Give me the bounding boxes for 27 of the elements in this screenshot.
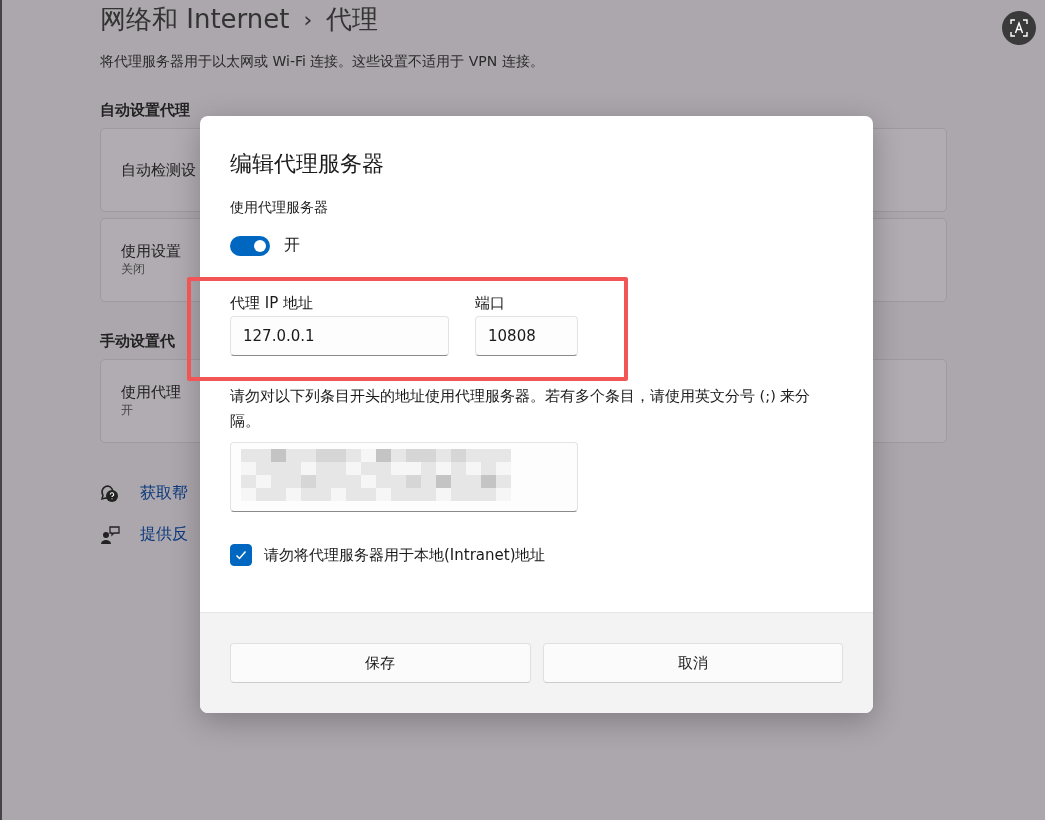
dialog-title: 编辑代理服务器 — [230, 150, 385, 178]
toggle-state-text: 开 — [284, 235, 300, 256]
field-label: 端口 — [475, 294, 506, 313]
toggle-switch[interactable] — [230, 235, 270, 256]
checkbox[interactable] — [230, 544, 252, 566]
exceptions-description: 请勿对以下列条目开头的地址使用代理服务器。若有多个条目，请使用英文分号 (;) 来分隔。 — [230, 387, 812, 431]
checkmark-icon — [234, 548, 248, 562]
text-scan-icon — [1009, 18, 1029, 38]
section-heading: 手动设置代 — [100, 332, 175, 351]
field-label: 代理 IP 地址 — [230, 294, 314, 313]
breadcrumb-link[interactable]: 网络和 Internet — [100, 2, 290, 37]
toggle-label: 使用代理服务器 — [230, 199, 329, 217]
dialog-button[interactable]: 保存 — [230, 643, 531, 683]
ip-address-field[interactable]: 127.0.0.1 — [230, 316, 449, 356]
section-heading: 自动设置代理 — [100, 101, 190, 120]
text-recognition-button[interactable] — [1002, 11, 1036, 45]
checkbox-label: 请勿将代理服务器用于本地(Intranet)地址 — [264, 545, 546, 565]
exceptions-field[interactable] — [230, 442, 578, 512]
page-description: 将代理服务器用于以太网或 Wi-Fi 连接。这些设置不适用于 VPN 连接。 — [100, 53, 545, 71]
port-field[interactable]: 10808 — [475, 316, 578, 356]
help-chat-icon — [100, 483, 120, 504]
page-title: 代理 — [326, 3, 379, 36]
person-chat-icon — [100, 524, 120, 545]
help-link[interactable]: 获取帮 — [140, 483, 188, 504]
separator-glyph: › — [303, 7, 313, 32]
help-link[interactable]: 提供反 — [140, 524, 188, 545]
dialog-button[interactable]: 取消 — [542, 643, 843, 683]
